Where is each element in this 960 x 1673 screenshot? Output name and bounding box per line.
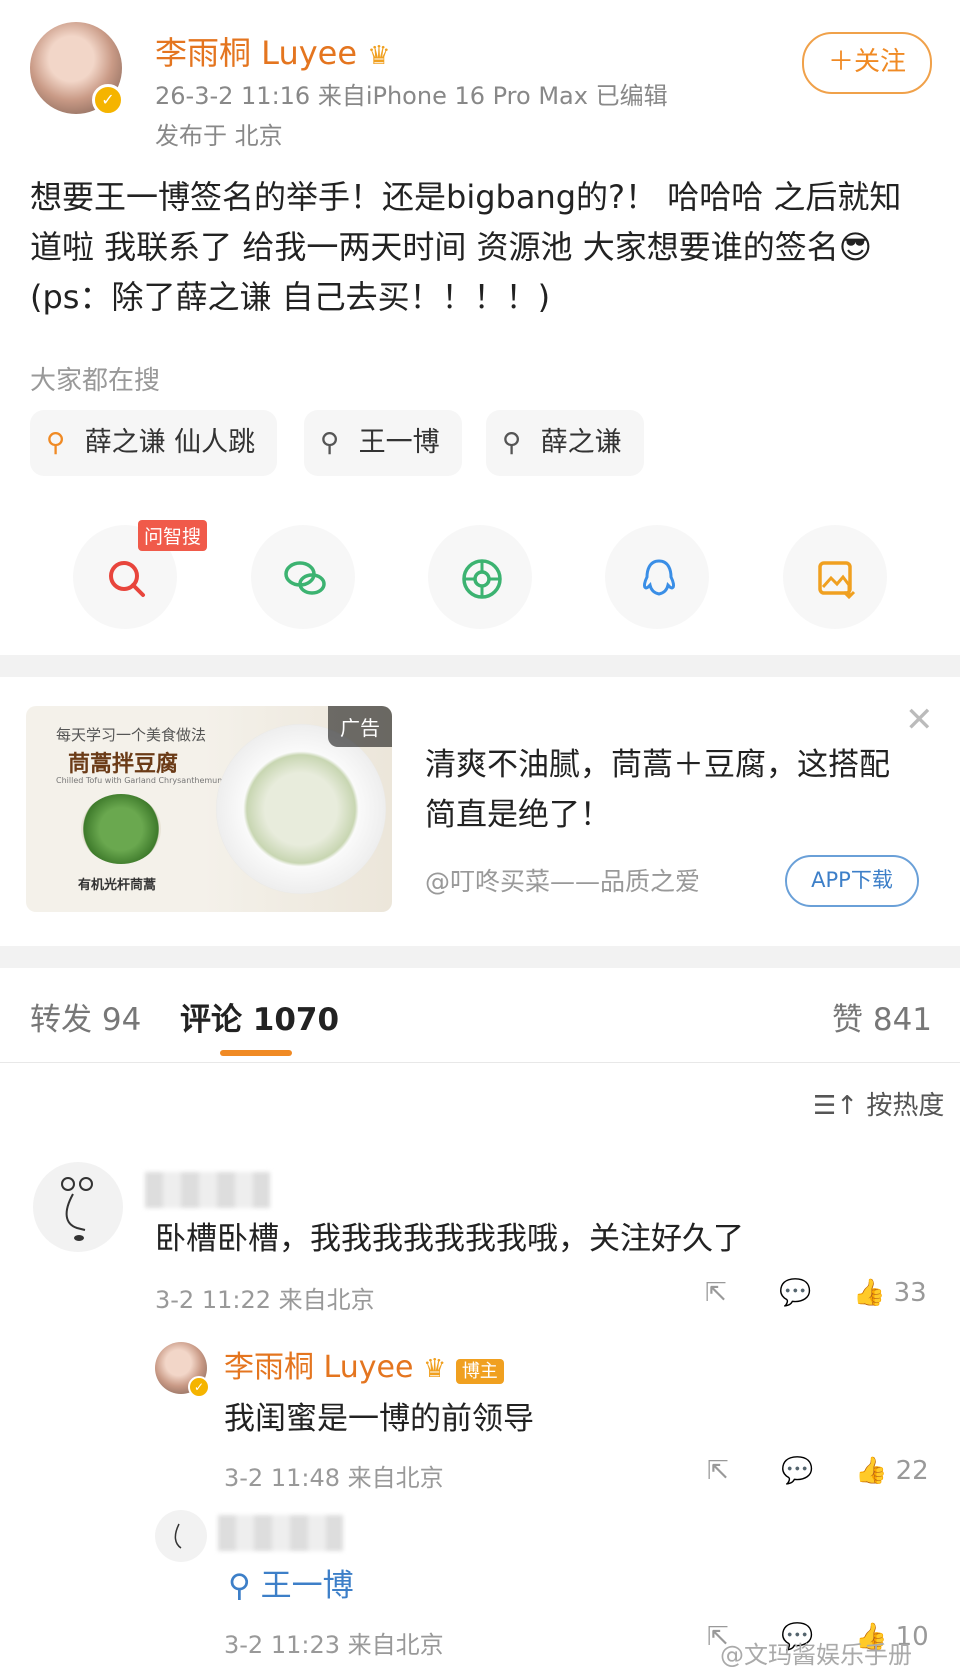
app-download-button[interactable]: APP下载 — [785, 855, 919, 907]
ad-source[interactable]: @叮咚买菜——品质之爱 — [425, 862, 700, 898]
section-divider — [0, 655, 960, 677]
hot-search-label: 大家都在搜 — [30, 366, 161, 396]
commenter-avatar[interactable] — [155, 1510, 207, 1562]
sort-icon: ☰↑ — [813, 1091, 859, 1121]
wechat-icon — [284, 561, 326, 595]
commenter-name-blurred[interactable] — [145, 1172, 270, 1208]
thumbs-up-icon: 👍 — [855, 1456, 888, 1486]
crown-icon: ♛ — [422, 1354, 447, 1384]
save-image-icon — [818, 561, 856, 600]
close-icon[interactable]: ✕ — [905, 700, 934, 740]
tab-comment[interactable]: 评论 1070 — [180, 994, 339, 1039]
qq-icon — [642, 559, 676, 596]
search-link-text: 王一博 — [260, 1568, 354, 1604]
author-name-text: 李雨桐 Luyee — [155, 34, 358, 72]
ad-image-caption: 有机光杆茼蒿 — [78, 878, 157, 893]
ad-image[interactable]: 每天学习一个美食做法 茼蒿拌豆腐 Chilled Tofu with Garla… — [26, 706, 392, 912]
like-count: 33 — [893, 1278, 927, 1308]
ai-search-badge: 问智搜 — [138, 520, 208, 551]
tofu-dish-image — [216, 724, 386, 894]
like-count: 22 — [895, 1456, 929, 1486]
comment-text: 卧槽卧槽，我我我我我我我哦，关注好久了 — [155, 1221, 744, 1257]
reply-author-text: 李雨桐 Luyee — [224, 1350, 414, 1385]
reply-meta: 3-2 11:48 来自北京 — [224, 1464, 444, 1492]
chrysanthemum-greens-image — [81, 794, 161, 864]
ai-search-icon — [109, 561, 145, 597]
tab-like[interactable]: 赞 841 — [832, 994, 932, 1039]
sketch-face-icon — [61, 1177, 93, 1241]
save-image-button[interactable] — [783, 525, 887, 629]
hot-search-chip-label: 薛之谦 — [540, 427, 622, 458]
ad-image-sub: Chilled Tofu with Garland Chrysanthemum — [56, 776, 226, 785]
moments-icon — [462, 559, 502, 599]
host-badge: 博主 — [455, 1359, 504, 1384]
sketch-face-icon — [174, 1523, 182, 1549]
verified-badge-icon: ✓ — [92, 84, 124, 116]
post-meta: 26-3-2 11:16 来自iPhone 16 Pro Max 已编辑 — [155, 82, 668, 110]
commenter-name-blurred[interactable] — [218, 1515, 343, 1551]
search-link[interactable]: ⚲ 王一博 — [228, 1560, 354, 1605]
search-icon: ⚲ — [320, 428, 340, 458]
ad-title[interactable]: 清爽不油腻，茼蒿＋豆腐，这搭配简直是绝了！ — [425, 740, 915, 840]
author-name[interactable]: 李雨桐 Luyee ♛ — [155, 28, 391, 74]
hot-search-chip[interactable]: ⚲ 薛之谦 仙人跳 — [30, 410, 278, 476]
section-divider — [0, 946, 960, 968]
ad-image-title: 每天学习一个美食做法 — [56, 726, 207, 744]
hot-search-chip-label: 薛之谦 仙人跳 — [84, 427, 256, 458]
reply-icon[interactable]: 💬 — [779, 1278, 811, 1308]
search-icon: ⚲ — [228, 1568, 251, 1604]
commenter-avatar[interactable] — [33, 1162, 123, 1252]
search-icon: ⚲ — [502, 428, 522, 458]
like-button[interactable]: 👍 22 — [855, 1456, 929, 1486]
ad-tag: 广告 — [328, 706, 392, 747]
tab-repost[interactable]: 转发 94 — [30, 994, 141, 1039]
like-button[interactable]: 👍 33 — [853, 1278, 927, 1308]
sort-label: 按热度 — [866, 1091, 945, 1121]
sort-button[interactable]: ☰↑ 按热度 — [813, 1085, 944, 1122]
crown-icon: ♛ — [367, 41, 391, 71]
tab-divider — [0, 1062, 960, 1063]
share-moments-button[interactable] — [428, 525, 532, 629]
share-wechat-button[interactable] — [251, 525, 355, 629]
share-icon[interactable]: ⇱ — [705, 1278, 727, 1308]
verified-badge-icon: ✓ — [188, 1376, 210, 1398]
hot-search-chip-label: 王一博 — [358, 427, 440, 458]
share-qq-button[interactable] — [605, 525, 709, 629]
active-tab-indicator — [220, 1050, 292, 1056]
thumbs-up-icon: 👍 — [853, 1278, 886, 1308]
reply-author-name[interactable]: 李雨桐 Luyee ♛ 博主 — [224, 1342, 504, 1386]
watermark: @文玛酱娱乐手册 — [720, 1641, 912, 1669]
ad-image-dish: 茼蒿拌豆腐 — [68, 752, 179, 777]
comment-meta: 3-2 11:22 来自北京 — [155, 1286, 375, 1314]
follow-button[interactable]: ＋关注 — [802, 32, 932, 94]
post-text: 想要王一博签名的举手！还是bigbang的?！ 哈哈哈 之后就知道啦 我联系了 … — [30, 178, 902, 316]
hot-search-chip[interactable]: ⚲ 薛之谦 — [486, 410, 644, 476]
hot-search-chip[interactable]: ⚲ 王一博 — [304, 410, 462, 476]
post-location: 发布于 北京 — [155, 122, 283, 150]
reply-meta: 3-2 11:23 来自北京 — [224, 1631, 444, 1659]
hot-search-icon: ⚲ — [46, 428, 66, 458]
reply-text: 我闺蜜是一博的前领导 — [224, 1401, 534, 1437]
share-icon[interactable]: ⇱ — [707, 1456, 729, 1486]
reply-icon[interactable]: 💬 — [781, 1456, 813, 1486]
